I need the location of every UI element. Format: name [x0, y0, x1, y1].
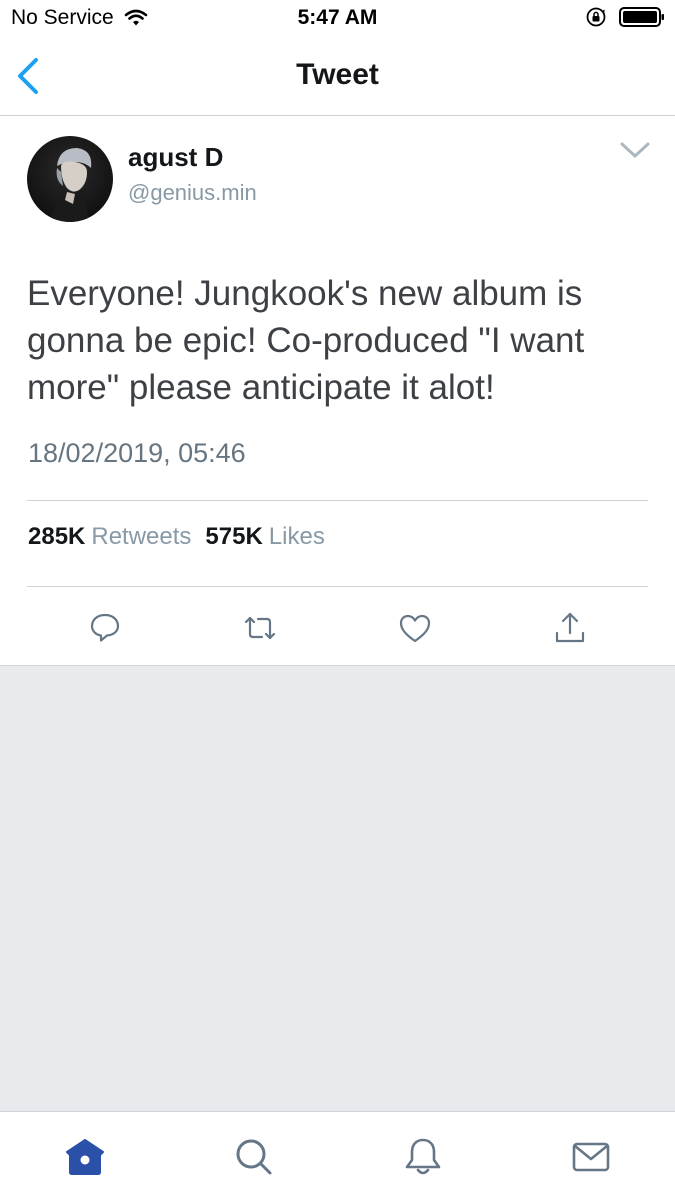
reply-icon — [90, 613, 120, 642]
tweet-card: agust D @genius.min Everyone! Jungkook's… — [0, 116, 675, 666]
tab-notifications[interactable] — [402, 1136, 444, 1178]
reply-button[interactable] — [87, 610, 123, 646]
tweet-detail-screen: No Service 5:47 AM Tweet agust D @genius… — [0, 0, 675, 1200]
chevron-down-icon — [620, 142, 650, 158]
nav-bar: Tweet — [0, 38, 675, 116]
messages-icon — [572, 1142, 610, 1172]
retweet-icon — [244, 616, 276, 640]
battery-icon — [619, 7, 664, 27]
tab-bar — [0, 1111, 675, 1200]
like-button[interactable] — [397, 610, 433, 646]
avatar[interactable] — [27, 136, 113, 222]
likes-label[interactable]: Likes — [269, 523, 325, 551]
share-icon — [555, 612, 585, 643]
user-handle[interactable]: @genius.min — [128, 180, 257, 206]
tab-home[interactable] — [64, 1136, 106, 1178]
status-right — [585, 6, 665, 28]
status-bar: No Service 5:47 AM — [0, 0, 675, 38]
more-options-button[interactable] — [618, 138, 652, 162]
divider — [27, 500, 648, 501]
home-icon — [66, 1139, 104, 1175]
rotation-lock-icon — [586, 7, 606, 27]
search-icon — [236, 1139, 272, 1175]
retweets-label[interactable]: Retweets — [91, 523, 191, 551]
status-time: 5:47 AM — [297, 6, 378, 29]
tweet-text: Everyone! Jungkook's new album is gonna … — [27, 274, 585, 407]
retweets-count[interactable]: 285K — [28, 523, 85, 551]
display-name[interactable]: agust D — [128, 142, 223, 173]
tweet-stats: 285K Retweets 575K Likes — [28, 523, 325, 551]
like-icon — [399, 614, 431, 643]
tab-search[interactable] — [233, 1136, 275, 1178]
divider — [27, 586, 648, 587]
notifications-icon — [405, 1138, 441, 1175]
share-button[interactable] — [552, 610, 588, 646]
retweet-button[interactable] — [242, 610, 278, 646]
tab-messages[interactable] — [570, 1136, 612, 1178]
likes-count[interactable]: 575K — [205, 523, 262, 551]
tweet-timestamp: 18/02/2019, 05:46 — [28, 438, 246, 468]
page-title: Tweet — [296, 58, 379, 91]
